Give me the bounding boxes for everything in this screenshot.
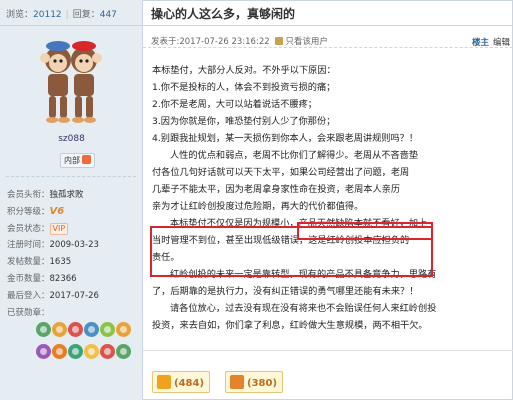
thumb-down-icon [230, 375, 244, 389]
thread-stats: 浏览：20112 | 回复：447 [0, 0, 143, 26]
avatar[interactable] [36, 38, 106, 128]
post-line: 几辈子不能太平，因为老周拿身家性命在投资，老周本人亲历 [152, 184, 401, 195]
info-label: 金币数量： [7, 274, 50, 284]
last-login-date: 2017-07-26 [49, 291, 99, 301]
user-title-value: 独孤求败 [49, 190, 84, 200]
replies-count: 447 [99, 10, 117, 20]
thread-title-bar: 操心的人这么多，真够闲的 [143, 0, 513, 26]
floor-label: 楼主 [471, 38, 489, 48]
user-posts-row: 发帖数量：1635 [7, 257, 71, 268]
info-label: 注册时间： [7, 240, 50, 250]
monkey-right-icon [71, 41, 102, 123]
post-line: 3.因为你就是你，唯恐垫付别人少了你那份； [152, 116, 336, 127]
coin-count: 82366 [49, 274, 77, 284]
medal-icon[interactable] [36, 322, 51, 337]
post-meta: 发表于:2017-07-26 23:16:22 只看该用户 [143, 26, 513, 48]
sidebar-divider [6, 176, 136, 177]
user-last-login-row: 最后登入：2017-07-26 [7, 291, 99, 302]
user-coins-row: 金币数量：82366 [7, 274, 77, 285]
info-label: 会员状态： [7, 224, 50, 234]
post-line: 投资，来去自如，你们拿了利息，红岭做大生意规模，两不相干欠。 [152, 320, 428, 331]
post-line: 2.你不是老周，大可以站着说话不腰疼； [152, 99, 317, 110]
views-label: 浏览： [6, 10, 34, 20]
user-group-label: 内部 [64, 156, 80, 165]
post-count: 1635 [49, 257, 72, 267]
post-time: 发表于:2017-07-26 23:16:22 [151, 37, 270, 47]
oppose-button[interactable]: (380) [225, 371, 284, 393]
info-label: 积分等级： [7, 207, 50, 217]
vip-badge: VIP [49, 223, 69, 235]
post-line: 付各位几句好话就可以天下太平，如果公司经营出了问题，老周 [152, 167, 410, 178]
support-count: (484) [174, 378, 205, 389]
edit-link[interactable]: 编辑 [493, 36, 510, 48]
user-title-row: 会员头衔：独孤求败 [7, 190, 84, 201]
medal-icon[interactable] [116, 344, 131, 359]
oppose-count: (380) [247, 378, 278, 389]
monkey-left-icon [40, 41, 71, 123]
post-line: 4.别跟我扯规划，某一天损伤到你本人，会来跟老周讲规则吗？！ [152, 133, 419, 144]
user-group-badge: 内部 [60, 153, 95, 168]
vote-area: (484) (380) [143, 350, 513, 400]
thumb-up-icon [157, 375, 171, 389]
thread-title: 操心的人这么多，真够闲的 [151, 7, 296, 21]
medal-icon[interactable] [84, 322, 99, 337]
user-level-row: 积分等级：V6 [7, 206, 64, 218]
info-label: 发帖数量： [7, 257, 50, 267]
medal-icon[interactable] [100, 344, 115, 359]
user-level-icon: V6 [49, 206, 65, 217]
user-medals-row: 已获勋章： [7, 308, 50, 319]
medal-icon[interactable] [68, 344, 83, 359]
post-line: 亲为才让红岭创投度过危险期，再大的代价都值得。 [152, 201, 364, 212]
user-group-row: 内部 [0, 153, 143, 169]
post-line: 本标垫付，大部分人反对。不外乎以下原因： [152, 65, 336, 76]
post-line: 1.你不是投标的人，体会不到投资亏损的痛； [152, 82, 336, 93]
medal-icon[interactable] [100, 322, 115, 337]
post-line: 请各位放心，过去没有现在没有将来也不会贻误任何人来红岭创投 [170, 303, 437, 314]
info-label: 会员头衔： [7, 190, 50, 200]
user-register-row: 注册时间：2009-03-23 [7, 240, 99, 251]
medal-icon[interactable] [84, 344, 99, 359]
support-button[interactable]: (484) [152, 371, 211, 393]
medal-list [36, 322, 140, 366]
highlight-box [150, 226, 433, 277]
user-sidebar: sz088 内部 会员头衔：独孤求败 积分等级：V6 会员状态： VIP 注册时间… [0, 26, 143, 400]
views-count: 20112 [33, 10, 62, 20]
post-content: 本标垫付，大部分人反对。不外乎以下原因： 1.你不是投标的人，体会不到投资亏损的… [152, 62, 502, 334]
post-line: 了，后期靠的是执行力，没有纠正错误的勇气哪里还能有未来？！ [152, 286, 419, 297]
stats-divider: | [65, 10, 69, 20]
author-only-link[interactable]: 只看该用户 [285, 37, 328, 47]
info-label: 最后登入： [7, 291, 50, 301]
user-status-row: 会员状态： VIP [7, 223, 69, 235]
register-date: 2009-03-23 [49, 240, 99, 250]
medal-icon[interactable] [116, 322, 131, 337]
username[interactable]: sz088 [0, 134, 143, 144]
post-line: 人性的优点和弱点，老周不比你们了解得少。老周从不吝啬垫 [170, 150, 419, 161]
info-label: 已获勋章： [7, 308, 50, 318]
author-filter-icon [275, 37, 284, 45]
medal-icon[interactable] [52, 322, 67, 337]
medal-icon[interactable] [36, 344, 51, 359]
replies-label: 回复： [72, 10, 100, 20]
user-group-icon [82, 155, 91, 164]
medal-icon[interactable] [52, 344, 67, 359]
medal-icon[interactable] [68, 322, 83, 337]
